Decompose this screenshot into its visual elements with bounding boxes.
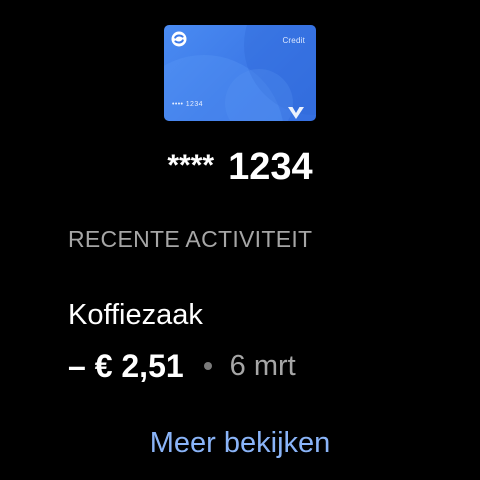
account-number: **** 1234 xyxy=(0,141,480,192)
separator-dot xyxy=(203,362,212,370)
card-number-short: •••• 1234 xyxy=(172,101,203,108)
see-more-button[interactable]: Meer bekijken xyxy=(0,424,480,462)
recent-activity-title: RECENTE ACTIVITEIT xyxy=(68,226,313,252)
account-number-mask: **** xyxy=(167,149,215,182)
transaction-date: 6 mrt xyxy=(229,350,296,382)
card-type-label: Credit xyxy=(282,36,305,45)
payment-card[interactable]: Credit •••• 1234 xyxy=(164,25,316,121)
transaction-merchant: Koffiezaak xyxy=(68,299,203,331)
card-brand-v-icon xyxy=(287,106,305,120)
transaction-row: – € 2,51 6 mrt xyxy=(68,346,296,386)
payment-app-logo-icon xyxy=(171,31,187,47)
transaction-amount: – € 2,51 xyxy=(68,348,184,384)
account-last-digits: 1234 xyxy=(228,146,313,188)
